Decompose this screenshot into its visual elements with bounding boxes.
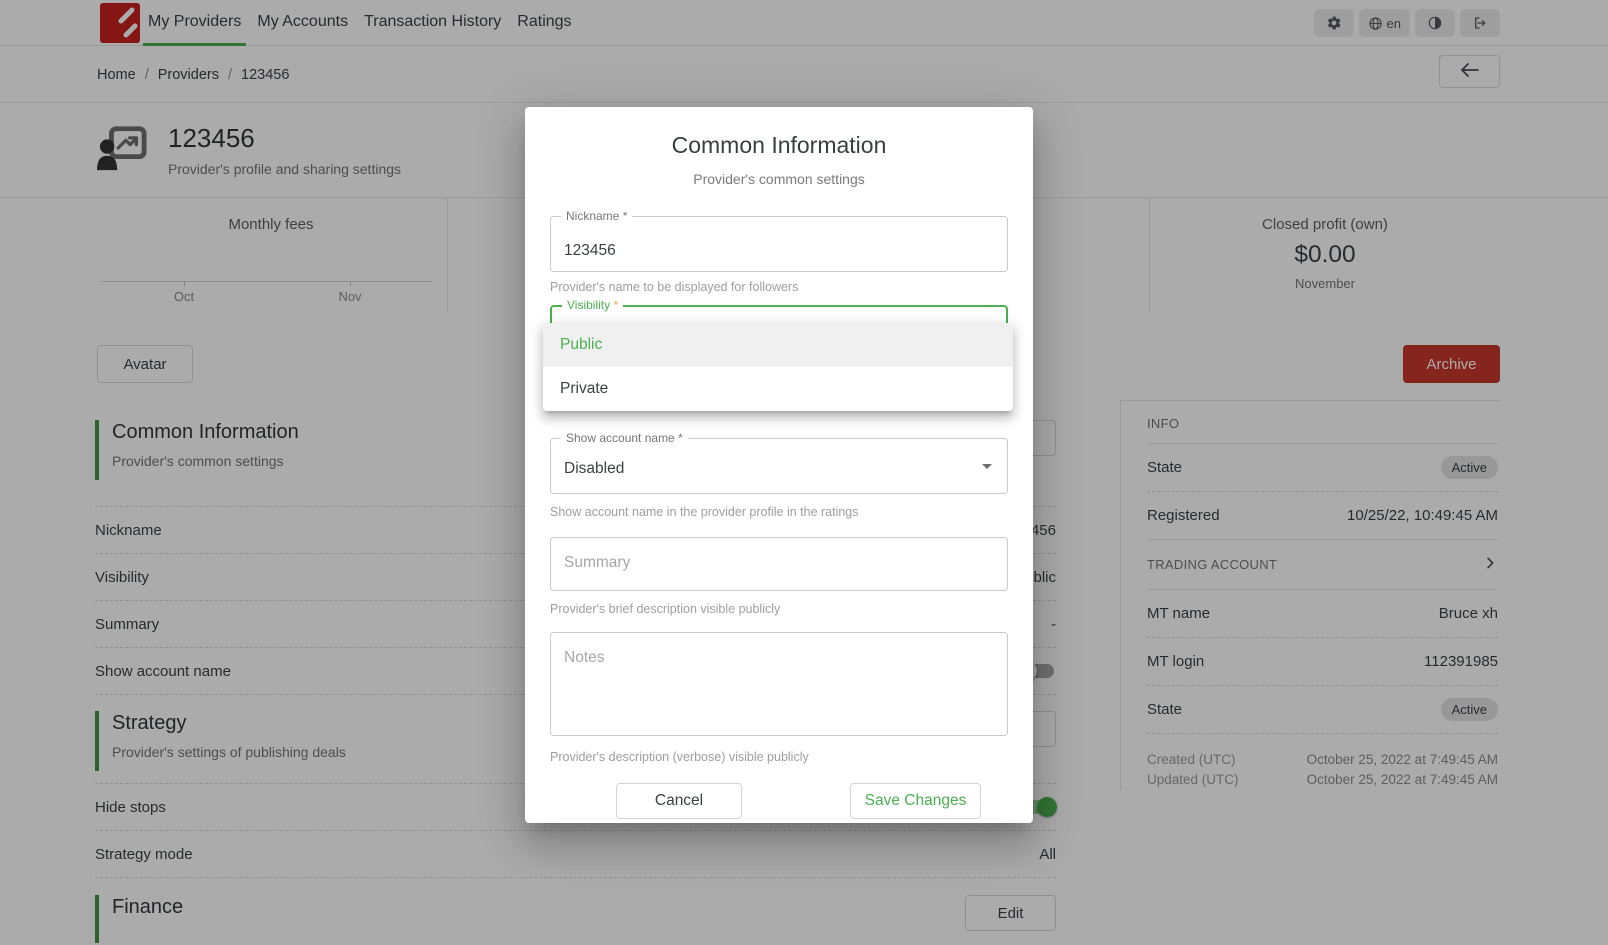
modal-subtitle: Provider's common settings — [525, 171, 1033, 187]
show-account-name-helper-text: Show account name in the provider profil… — [550, 505, 859, 519]
notes-textarea[interactable] — [551, 633, 1007, 735]
visibility-field-label: Visibility * — [562, 298, 623, 312]
show-account-name-selected-value: Disabled — [564, 460, 624, 478]
cancel-button[interactable]: Cancel — [616, 783, 742, 819]
summary-helper-text: Provider's brief description visible pub… — [550, 602, 780, 616]
nickname-field-label: Nickname * — [561, 209, 632, 223]
modal-title: Common Information — [525, 132, 1033, 159]
summary-textarea[interactable] — [551, 538, 1007, 590]
save-changes-button[interactable]: Save Changes — [850, 783, 981, 819]
nickname-input[interactable] — [551, 217, 1007, 271]
app-root: My Providers My Accounts Transaction His… — [0, 0, 1608, 945]
chevron-down-icon — [982, 464, 992, 469]
show-account-name-select-field[interactable]: Show account name * Disabled — [550, 438, 1008, 494]
summary-field — [550, 537, 1008, 591]
nickname-field: Nickname * — [550, 216, 1008, 272]
common-information-modal: Common Information Provider's common set… — [525, 107, 1033, 823]
nickname-helper-text: Provider's name to be displayed for foll… — [550, 280, 798, 294]
notes-field — [550, 632, 1008, 736]
modal-buttons: Cancel Save Changes — [525, 783, 1033, 819]
menu-item-public[interactable]: Public — [543, 323, 1013, 367]
menu-item-private[interactable]: Private — [543, 367, 1013, 411]
show-account-name-field-label: Show account name * — [561, 431, 688, 445]
visibility-dropdown-menu: Public Private — [543, 323, 1013, 411]
notes-helper-text: Provider's description (verbose) visible… — [550, 750, 809, 764]
